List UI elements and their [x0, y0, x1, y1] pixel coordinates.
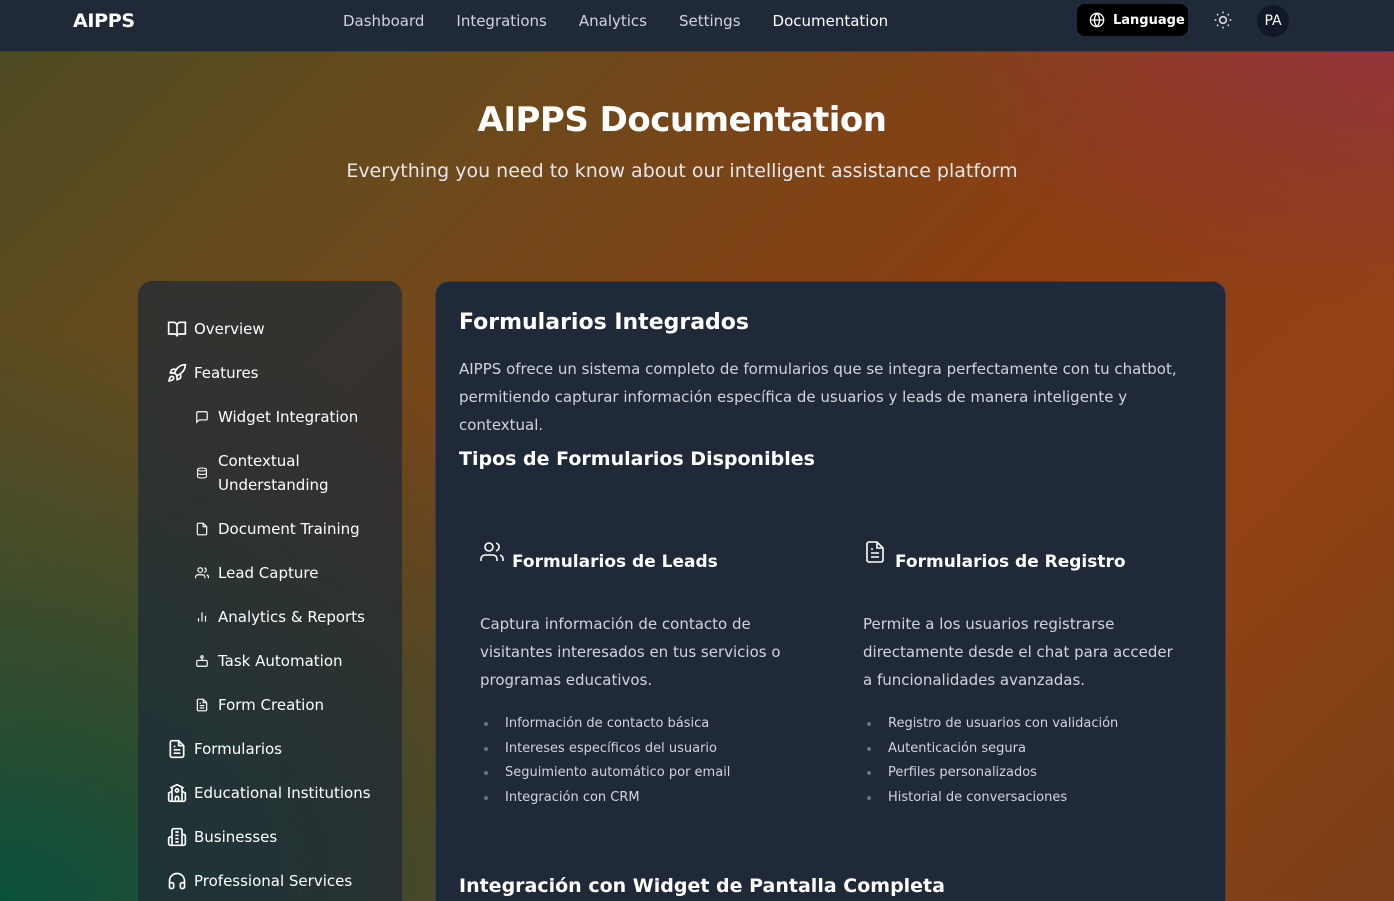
users-icon: [195, 566, 209, 580]
form-types-heading: Tipos de Formularios Disponibles: [459, 448, 815, 470]
sun-icon: [1214, 11, 1232, 29]
sidebar-item-task-automation[interactable]: Task Automation: [138, 639, 402, 683]
language-button[interactable]: Language: [1077, 4, 1188, 36]
sidebar-item-educational-institutions[interactable]: Educational Institutions: [138, 771, 402, 815]
nav-integrations[interactable]: Integrations: [456, 11, 546, 31]
sidebar-item-contextual-understanding[interactable]: Contextual Understanding: [138, 439, 402, 507]
card-feature-list: Registro de usuarios con validación Aute…: [863, 712, 1193, 810]
list-item: Seguimiento automático por email: [480, 761, 810, 786]
section-title: Formularios Integrados: [459, 310, 750, 335]
bar-chart-icon: [195, 610, 209, 624]
nav-analytics[interactable]: Analytics: [579, 11, 647, 31]
list-item: Autenticación segura: [863, 737, 1193, 762]
docs-sidebar: Overview Features Widget Integration Con…: [138, 281, 402, 901]
bot-icon: [195, 654, 209, 668]
sidebar-item-document-training[interactable]: Document Training: [138, 507, 402, 551]
registration-forms-card: Formularios de Registro Permite a los us…: [863, 540, 1193, 810]
card-header: Formularios de Registro: [863, 540, 1193, 572]
card-description: Captura información de contacto de visit…: [480, 615, 781, 689]
list-item: Historial de conversaciones: [863, 786, 1193, 811]
nav-documentation[interactable]: Documentation: [773, 11, 889, 31]
sidebar-item-overview[interactable]: Overview: [138, 307, 402, 351]
card-title: Formularios de Leads: [512, 552, 718, 572]
sidebar-item-label: Analytics & Reports: [218, 608, 365, 626]
sidebar-item-form-creation[interactable]: Form Creation: [138, 683, 402, 727]
page-title: AIPPS Documentation: [477, 100, 887, 140]
top-navigation-bar: AIPPS Dashboard Integrations Analytics S…: [0, 0, 1394, 52]
docs-content-panel: Formularios Integrados AIPPS ofrece un s…: [435, 281, 1226, 901]
app-logo[interactable]: AIPPS: [73, 10, 135, 32]
file-text-icon: [866, 541, 884, 563]
message-square-icon: [195, 410, 209, 424]
language-label: Language: [1113, 12, 1185, 28]
file-icon: [195, 522, 209, 536]
sidebar-item-label: Form Creation: [218, 696, 325, 714]
rocket-icon: [167, 363, 187, 383]
main-nav: Dashboard Integrations Analytics Setting…: [343, 11, 920, 31]
card-description: Permite a los usuarios registrarse direc…: [863, 615, 1173, 689]
sidebar-item-label: Businesses: [194, 828, 278, 846]
sidebar-item-professional-services[interactable]: Professional Services: [138, 859, 402, 901]
theme-toggle-button[interactable]: [1213, 10, 1233, 30]
sidebar-item-label: Lead Capture: [218, 564, 319, 582]
sidebar-item-lead-capture[interactable]: Lead Capture: [138, 551, 402, 595]
file-text-icon: [195, 698, 209, 712]
sidebar-item-businesses[interactable]: Businesses: [138, 815, 402, 859]
user-avatar[interactable]: PA: [1257, 5, 1289, 37]
sidebar-item-formularios[interactable]: Formularios: [138, 727, 402, 771]
sidebar-item-label: Overview: [194, 320, 265, 338]
sidebar-item-widget-integration[interactable]: Widget Integration: [138, 395, 402, 439]
nav-settings[interactable]: Settings: [679, 11, 741, 31]
sidebar-item-label: Document Training: [218, 520, 360, 538]
database-icon: [195, 466, 209, 480]
list-item: Perfiles personalizados: [863, 761, 1193, 786]
sidebar-item-label: Widget Integration: [218, 408, 359, 426]
sidebar-item-label: Contextual Understanding: [218, 452, 329, 494]
school-icon: [167, 783, 187, 803]
section-intro: AIPPS ofrece un sistema completo de form…: [459, 360, 1177, 434]
page-subtitle: Everything you need to know about our in…: [346, 160, 1018, 182]
building-icon: [167, 827, 187, 847]
list-item: Integración con CRM: [480, 786, 810, 811]
list-item: Intereses específicos del usuario: [480, 737, 810, 762]
globe-icon: [1089, 12, 1105, 28]
lead-forms-card: Formularios de Leads Captura información…: [480, 540, 810, 810]
card-feature-list: Información de contacto básica Intereses…: [480, 712, 810, 810]
widget-integration-heading: Integración con Widget de Pantalla Compl…: [459, 875, 945, 897]
card-header: Formularios de Leads: [480, 540, 810, 572]
book-open-icon: [167, 319, 187, 339]
sidebar-item-features[interactable]: Features: [138, 351, 402, 395]
sidebar-item-label: Educational Institutions: [194, 784, 371, 802]
sidebar-item-analytics-reports[interactable]: Analytics & Reports: [138, 595, 402, 639]
nav-dashboard[interactable]: Dashboard: [343, 11, 424, 31]
file-text-icon: [167, 739, 187, 759]
sidebar-item-label: Task Automation: [218, 652, 343, 670]
sidebar-item-label: Formularios: [194, 740, 282, 758]
list-item: Información de contacto básica: [480, 712, 810, 737]
card-title: Formularios de Registro: [895, 552, 1126, 572]
sidebar-item-label: Professional Services: [194, 872, 353, 890]
headphones-icon: [167, 871, 187, 891]
list-item: Registro de usuarios con validación: [863, 712, 1193, 737]
sidebar-item-label: Features: [194, 364, 259, 382]
users-icon: [480, 542, 504, 561]
